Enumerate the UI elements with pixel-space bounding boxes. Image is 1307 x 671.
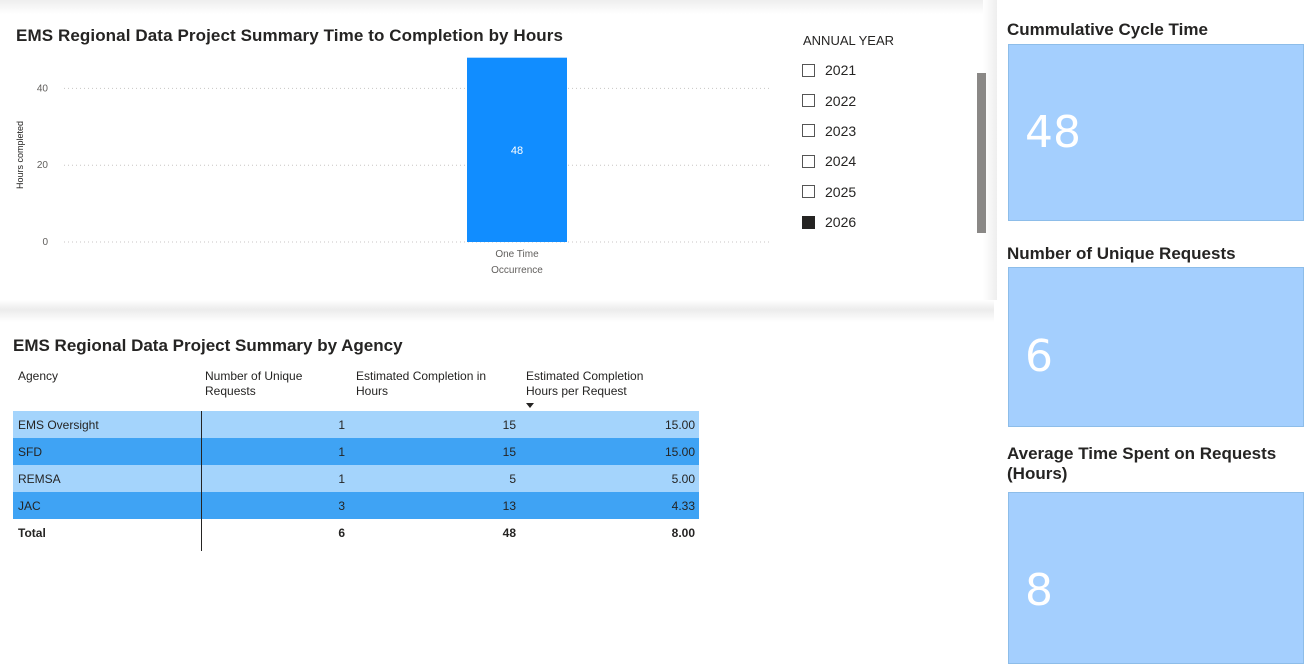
cell-hours-per-request: 4.33 bbox=[671, 499, 695, 513]
kpi-card-average-time[interactable]: 8 bbox=[1008, 492, 1304, 664]
cell-unique-requests: 1 bbox=[338, 418, 345, 432]
table-row[interactable]: JAC 3 13 4.33 bbox=[13, 492, 699, 519]
cell-estimated-hours: 15 bbox=[502, 418, 516, 432]
slicer-list: 2021 2022 2023 2024 2025 2026 bbox=[802, 55, 856, 237]
checkbox-icon[interactable] bbox=[802, 154, 815, 168]
checkbox-icon[interactable] bbox=[802, 94, 815, 108]
checkbox-checked-icon[interactable] bbox=[802, 215, 815, 229]
slicer-item[interactable]: 2026 bbox=[802, 207, 856, 237]
y-tick-label: 40 bbox=[37, 83, 49, 94]
table-row[interactable]: EMS Oversight 1 15 15.00 bbox=[13, 411, 699, 438]
total-unique: 6 bbox=[338, 526, 345, 540]
slicer-item[interactable]: 2025 bbox=[802, 177, 856, 207]
bar-data-label: 48 bbox=[511, 145, 523, 157]
slicer-scrollbar[interactable] bbox=[977, 73, 986, 233]
y-tick-label: 0 bbox=[42, 237, 48, 248]
header-line: Number of Unique bbox=[205, 369, 303, 383]
table-row[interactable]: REMSA 1 5 5.00 bbox=[13, 465, 699, 492]
column-divider bbox=[201, 411, 202, 551]
bar-chart[interactable]: 0 20 40 Hours completed 48 One Time Occurrence bbox=[0, 50, 780, 290]
cell-agency: SFD bbox=[18, 445, 42, 459]
table-body: EMS Oversight 1 15 15.00 SFD 1 15 15.00 REMSA 1 5 5… bbox=[13, 411, 699, 519]
sort-descending-icon[interactable] bbox=[526, 403, 534, 408]
slicer-item-label: 2024 bbox=[825, 153, 857, 170]
table-title: EMS Regional Data Project Summary by Age… bbox=[13, 336, 403, 355]
cell-estimated-hours: 15 bbox=[502, 445, 516, 459]
header-line: Estimated Completion bbox=[526, 369, 644, 383]
column-header-estimated-hours[interactable]: Estimated Completion in Hours bbox=[356, 369, 486, 399]
kpi-value-cycle-time: 48 bbox=[1025, 107, 1081, 158]
table-header: Agency Number of Unique Requests Estimat… bbox=[13, 366, 699, 411]
checkbox-icon[interactable] bbox=[802, 124, 815, 138]
cell-unique-requests: 3 bbox=[338, 499, 345, 513]
kpi-value-average-time: 8 bbox=[1025, 565, 1053, 616]
column-header-agency[interactable]: Agency bbox=[18, 369, 58, 384]
slicer-item-label: 2025 bbox=[825, 183, 857, 200]
slicer-item-label: 2022 bbox=[825, 92, 857, 109]
checkbox-icon[interactable] bbox=[802, 63, 815, 77]
cell-hours-per-request: 5.00 bbox=[671, 472, 695, 486]
cell-estimated-hours: 13 bbox=[502, 499, 516, 513]
slicer-item[interactable]: 2024 bbox=[802, 146, 856, 176]
slicer-title: ANNUAL YEAR bbox=[803, 33, 895, 48]
x-category-label: One Time bbox=[495, 249, 539, 260]
header-line: Hours per Request bbox=[526, 384, 627, 398]
cell-estimated-hours: 5 bbox=[509, 472, 516, 486]
kpi-card-cycle-time[interactable]: 48 bbox=[1008, 44, 1304, 221]
panel-divider bbox=[0, 300, 994, 322]
x-category-label: Occurrence bbox=[491, 265, 543, 276]
slicer-item-label: 2023 bbox=[825, 122, 857, 139]
cell-unique-requests: 1 bbox=[338, 445, 345, 459]
kpi-title-unique-requests: Number of Unique Requests bbox=[1007, 244, 1236, 263]
table-row[interactable]: SFD 1 15 15.00 bbox=[13, 438, 699, 465]
kpi-card-unique-requests[interactable]: 6 bbox=[1008, 267, 1304, 427]
total-hours: 48 bbox=[502, 526, 516, 540]
slicer-item[interactable]: 2022 bbox=[802, 85, 856, 115]
cell-hours-per-request: 15.00 bbox=[664, 445, 695, 459]
cell-agency: EMS Oversight bbox=[18, 418, 99, 432]
header-line: Hours bbox=[356, 384, 389, 398]
slicer-item[interactable]: 2021 bbox=[802, 55, 856, 85]
y-tick-label: 20 bbox=[37, 160, 49, 171]
cell-hours-per-request: 15.00 bbox=[664, 418, 695, 432]
total-per-request: 8.00 bbox=[671, 526, 695, 540]
column-header-hours-per-request[interactable]: Estimated Completion Hours per Request bbox=[526, 369, 643, 399]
column-header-unique-requests[interactable]: Number of Unique Requests bbox=[205, 369, 302, 399]
cell-agency: REMSA bbox=[18, 472, 61, 486]
kpi-value-unique-requests: 6 bbox=[1025, 331, 1053, 382]
slicer-item-label: 2026 bbox=[825, 214, 857, 231]
cell-unique-requests: 1 bbox=[338, 472, 345, 486]
agency-table: Agency Number of Unique Requests Estimat… bbox=[13, 366, 699, 546]
y-axis-title: Hours completed bbox=[15, 121, 25, 189]
kpi-title-average-time: Average Time Spent on Requests (Hours) bbox=[1007, 444, 1277, 483]
checkbox-icon[interactable] bbox=[802, 185, 815, 199]
slicer-item[interactable]: 2023 bbox=[802, 116, 856, 146]
header-line: Estimated Completion in bbox=[356, 369, 487, 383]
panel-shadow bbox=[0, 0, 994, 14]
header-line: Requests bbox=[205, 384, 256, 398]
cell-agency: JAC bbox=[18, 499, 41, 513]
total-label: Total bbox=[18, 526, 46, 540]
slicer-item-label: 2021 bbox=[825, 62, 857, 79]
table-total-row: Total 6 48 8.00 bbox=[13, 519, 699, 546]
kpi-title-cycle-time: Cummulative Cycle Time bbox=[1007, 20, 1208, 39]
chart-title: EMS Regional Data Project Summary Time t… bbox=[16, 26, 564, 45]
